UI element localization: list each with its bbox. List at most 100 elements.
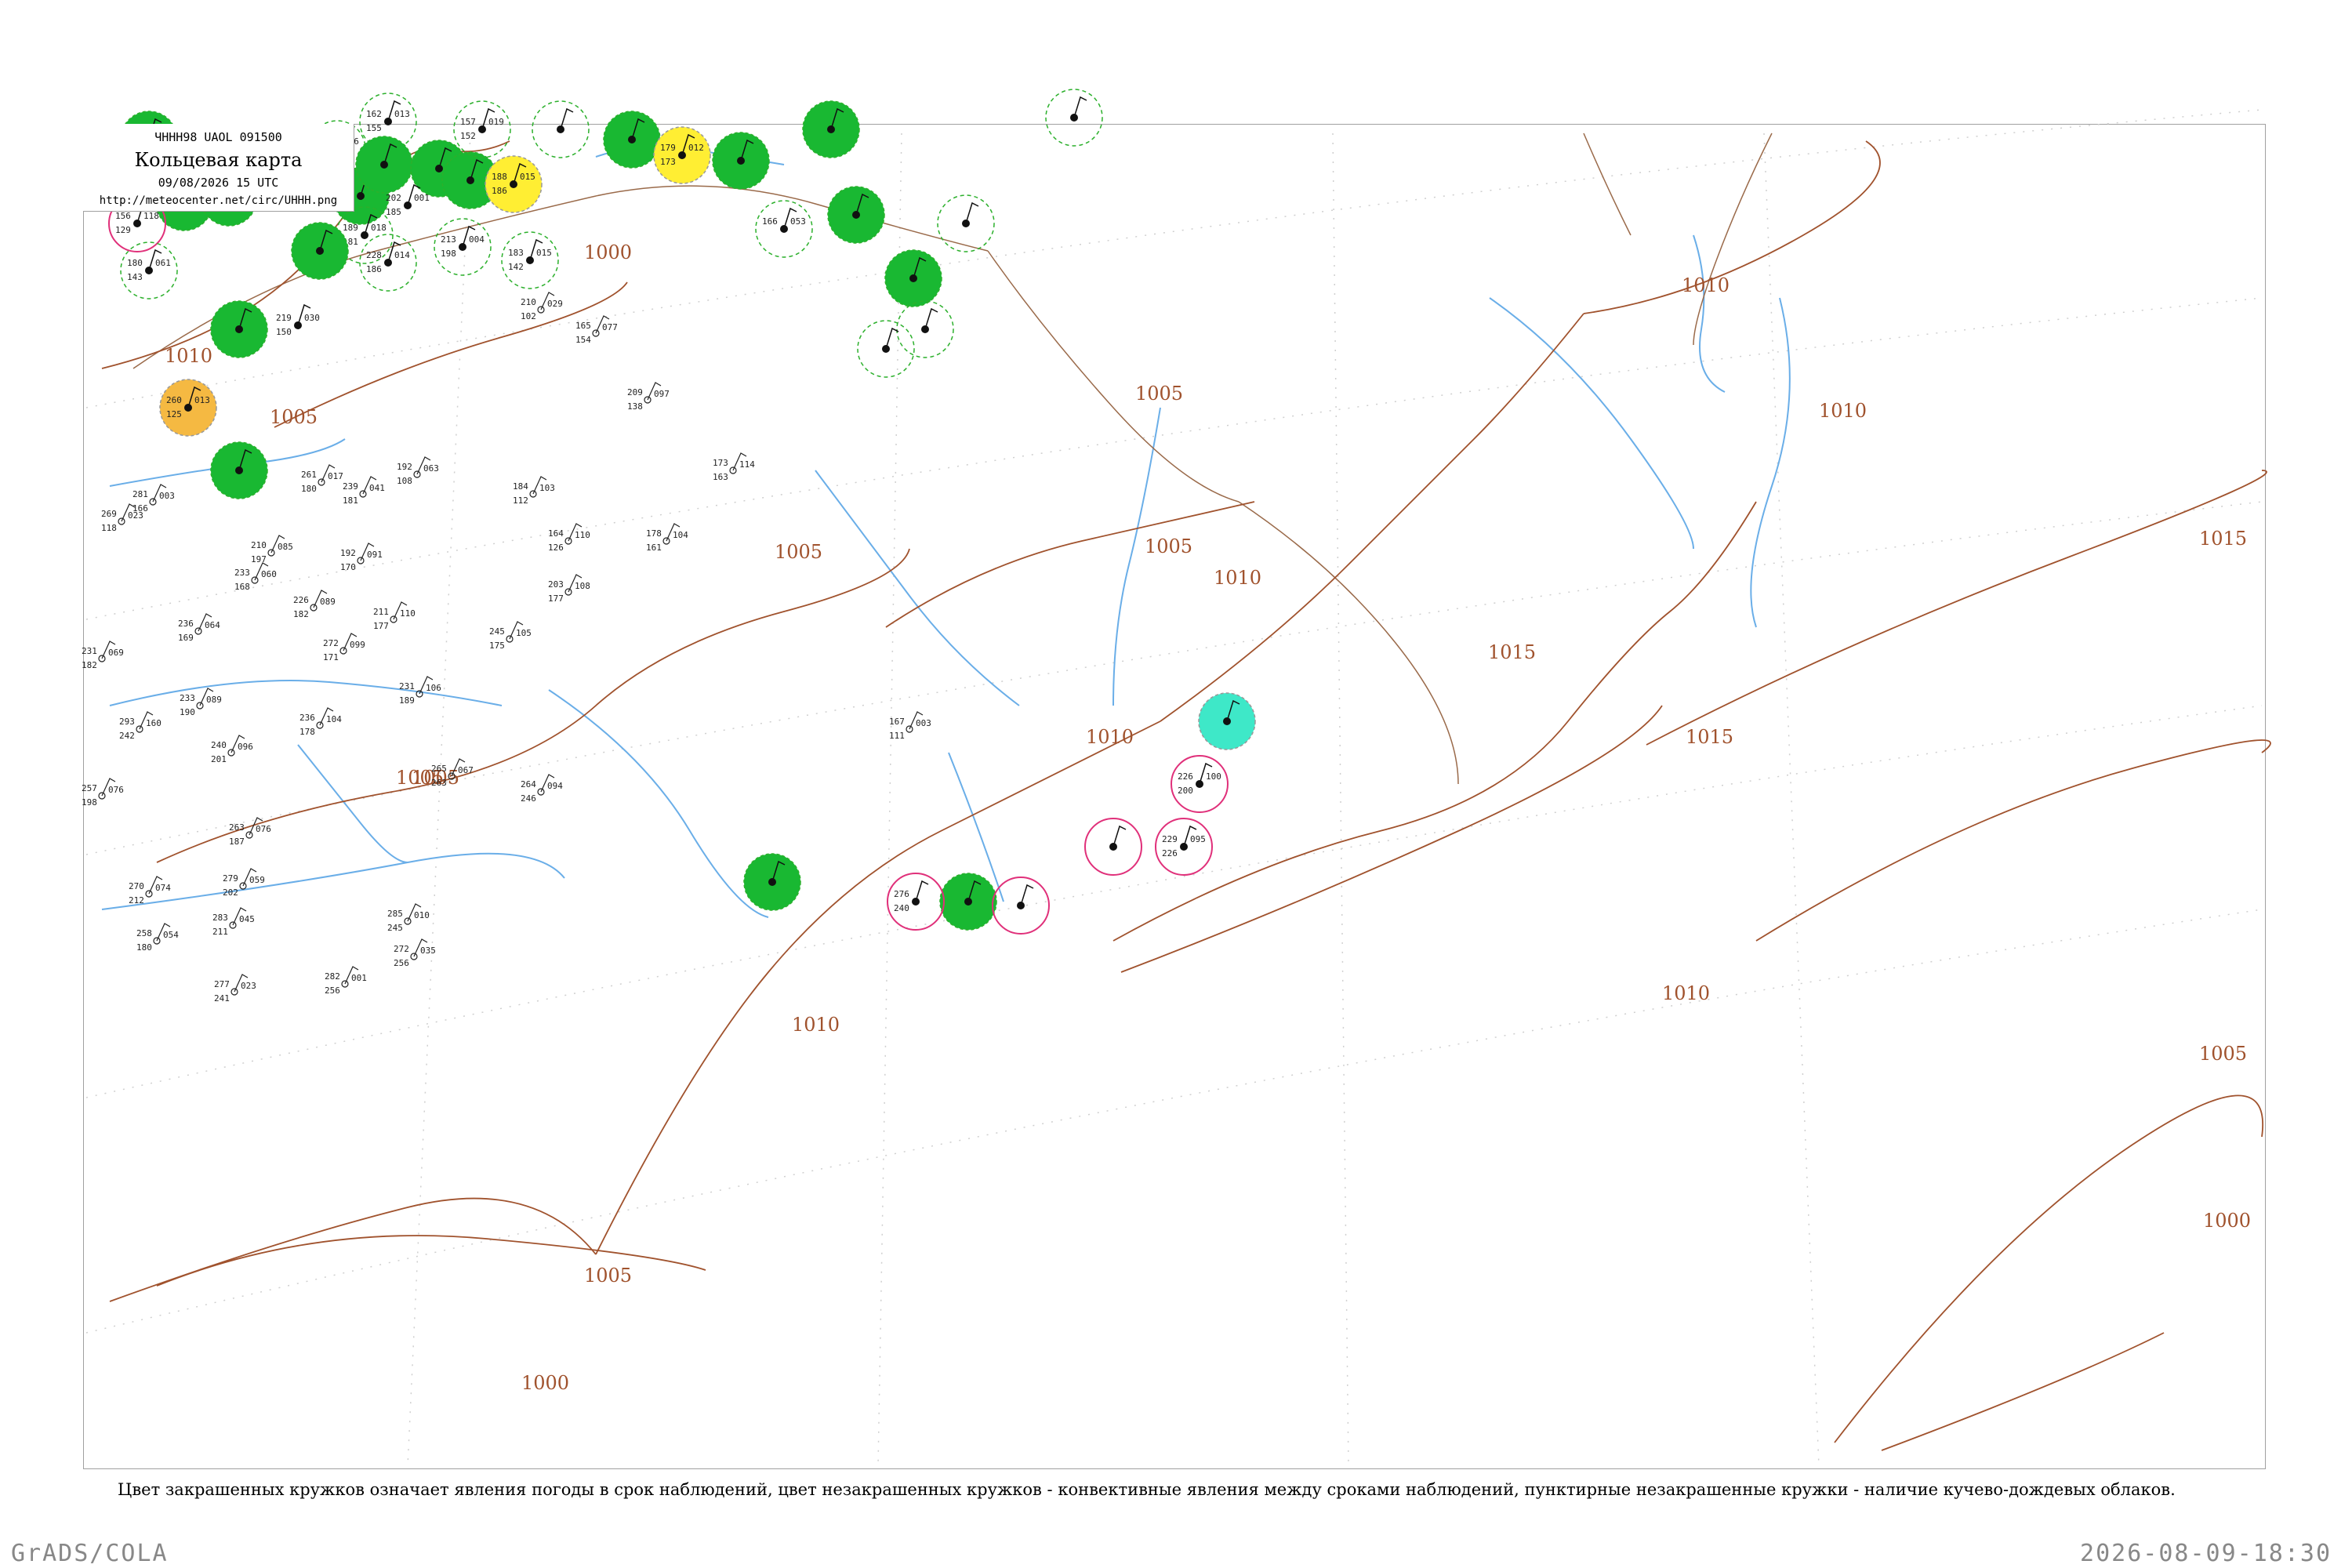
station-marker[interactable]: 229 095 226 [1155, 818, 1213, 876]
station-dewpoint: 201 [211, 754, 227, 764]
plain-observation[interactable]: 210 029 102 [521, 292, 563, 321]
plain-observation[interactable]: 240 096 201 [211, 735, 253, 764]
river [1750, 297, 1791, 628]
plain-observation[interactable]: 283 045 211 [212, 907, 255, 937]
station-pressure: 184 [513, 481, 528, 492]
station-marker[interactable]: 166 053 [755, 200, 813, 258]
plain-observation[interactable]: 178 104 161 [646, 523, 688, 553]
station-pressure: 226 [1178, 771, 1193, 782]
station-marker[interactable]: 188 015 186 [485, 155, 543, 213]
isobar-line [109, 1197, 597, 1302]
plain-observation[interactable]: 261 017 180 [301, 464, 343, 494]
station-temperature: 063 [423, 463, 439, 474]
isobar-label: 1005 [584, 1265, 632, 1287]
station-pressure: 228 [366, 250, 382, 260]
station-dewpoint: 245 [387, 923, 403, 933]
isobar-label: 1010 [1819, 400, 1867, 422]
plain-observation[interactable]: 211 110 177 [373, 601, 416, 631]
station-marker[interactable] [1045, 89, 1103, 147]
station-marker[interactable] [1084, 818, 1142, 876]
station-temperature: 103 [539, 483, 555, 493]
station-marker[interactable] [827, 186, 885, 244]
station-dewpoint: 154 [575, 335, 591, 345]
plain-observation[interactable]: 279 059 202 [223, 868, 265, 898]
plain-observation[interactable]: 231 069 182 [82, 641, 124, 670]
station-marker[interactable]: 157 019 152 [453, 100, 511, 158]
station-marker[interactable] [210, 300, 268, 358]
plain-observation[interactable]: 277 023 241 [214, 974, 256, 1004]
station-pressure: 258 [136, 928, 152, 938]
station-marker[interactable] [992, 877, 1050, 935]
station-dewpoint: 242 [119, 731, 135, 741]
map-url[interactable]: http://meteocenter.net/circ/UHHH.png [83, 194, 354, 207]
station-marker[interactable]: 183 015 142 [501, 231, 559, 289]
plain-observation[interactable]: 167 003 111 [889, 711, 931, 741]
station-marker[interactable]: 226 100 200 [1171, 755, 1229, 813]
station-pressure: 229 [1162, 834, 1178, 844]
plain-observation[interactable]: 231 106 189 [399, 676, 441, 706]
station-marker[interactable]: 219 030 150 [270, 297, 326, 354]
plain-observation[interactable]: 192 091 170 [340, 543, 383, 572]
plain-observation[interactable]: 210 085 197 [251, 535, 293, 564]
plain-observation[interactable]: 233 089 190 [180, 688, 222, 717]
plain-observation[interactable]: 203 108 177 [548, 574, 590, 604]
station-marker[interactable] [603, 111, 661, 169]
plain-observation[interactable]: 281 003 166 [132, 484, 175, 514]
plain-observation[interactable]: 184 103 112 [513, 476, 555, 506]
graticule-line [877, 132, 902, 1467]
plain-observation[interactable]: 272 099 171 [323, 633, 365, 662]
plain-observation[interactable]: 239 041 181 [343, 476, 385, 506]
station-marker[interactable] [884, 249, 942, 307]
plain-observation[interactable]: 245 105 175 [489, 621, 532, 651]
station-marker[interactable]: 213 004 198 [434, 218, 492, 276]
plain-observation[interactable]: 226 089 182 [293, 590, 336, 619]
bulletin-code: ЧННН98 UAOL 091500 [154, 130, 282, 144]
plain-observation[interactable]: 173 114 163 [713, 452, 755, 482]
plain-observation[interactable]: 282 001 256 [325, 966, 367, 996]
station-marker[interactable] [857, 320, 915, 378]
station-temperature: 108 [575, 581, 590, 591]
station-marker[interactable] [743, 853, 801, 911]
isobar-label: 1015 [1686, 726, 1733, 748]
station-temperature: 085 [278, 542, 293, 552]
plain-observation[interactable]: 236 064 169 [178, 613, 220, 643]
station-marker[interactable]: 179 012 173 [653, 126, 711, 184]
isobar-label: 1005 [1135, 383, 1183, 405]
plain-observation[interactable]: 233 060 168 [234, 562, 277, 592]
plain-observation[interactable]: 264 094 246 [521, 774, 563, 804]
station-marker[interactable] [896, 300, 954, 358]
station-marker[interactable] [532, 100, 590, 158]
plain-observation[interactable]: 209 097 138 [627, 382, 670, 412]
station-dewpoint: 185 [386, 207, 401, 217]
plain-observation[interactable]: 236 104 178 [299, 707, 342, 737]
station-marker[interactable] [939, 873, 997, 931]
station-temperature: 114 [739, 459, 755, 470]
station-temperature: 035 [420, 946, 436, 956]
station-marker[interactable]: 260 013 125 [159, 379, 217, 437]
station-dewpoint: 126 [548, 543, 564, 553]
station-dewpoint: 186 [366, 264, 382, 274]
station-marker[interactable] [210, 441, 268, 499]
isobar-line [595, 720, 1161, 1255]
isobar-line [1583, 140, 1881, 314]
station-pressure: 202 [386, 193, 401, 203]
plain-observation[interactable]: 165 077 154 [575, 315, 618, 345]
station-marker[interactable] [355, 136, 413, 194]
station-temperature: 015 [536, 248, 552, 258]
station-marker[interactable] [291, 222, 349, 280]
plain-observation[interactable]: 272 035 256 [394, 938, 436, 968]
plain-observation[interactable]: 285 010 245 [387, 903, 430, 933]
plain-observation[interactable]: 293 160 242 [119, 711, 162, 741]
station-marker[interactable] [1198, 692, 1256, 750]
river [297, 744, 408, 863]
plain-observation[interactable]: 164 110 126 [548, 523, 590, 553]
station-marker[interactable]: 276240 [887, 873, 945, 931]
plain-observation[interactable]: 192 063 108 [397, 456, 439, 486]
plain-observation[interactable]: 257 076 198 [82, 778, 124, 808]
map-title-box: ЧННН98 UAOL 091500 Кольцевая карта 09/08… [83, 124, 354, 212]
station-marker[interactable] [802, 100, 860, 158]
station-marker[interactable] [712, 132, 770, 190]
plain-observation[interactable]: 258 054 180 [136, 923, 179, 953]
station-dewpoint: 181 [343, 495, 358, 506]
station-marker[interactable] [937, 194, 995, 252]
